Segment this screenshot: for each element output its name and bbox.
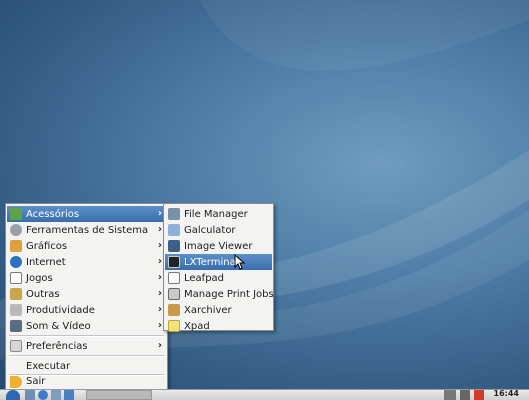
submenu-item-label: Leafpad (184, 272, 225, 284)
menu-item-label: Outras (26, 288, 60, 300)
window-list-area[interactable] (86, 390, 152, 400)
taskbar-clock[interactable]: 16:44 (494, 389, 519, 398)
menu-item-label: Ferramentas de Sistema (26, 224, 149, 236)
accessories-submenu: File Manager Galculator Image Viewer LXT… (163, 203, 274, 334)
menu-item-label: Preferências (26, 340, 88, 352)
menu-separator (9, 355, 164, 357)
menu-item-multimedia[interactable]: Som & Vídeo › (7, 318, 166, 334)
submenu-item-label: Xarchiver (184, 304, 232, 316)
chevron-right-icon: › (157, 240, 162, 251)
submenu-item-xarchiver[interactable]: Xarchiver (165, 302, 272, 318)
menu-item-label: Sair (26, 376, 46, 387)
desktop-switcher-icon[interactable] (64, 390, 74, 400)
chevron-right-icon: › (157, 288, 162, 299)
volume-icon[interactable] (444, 390, 456, 400)
menu-item-system-tools[interactable]: Ferramentas de Sistema › (7, 222, 166, 238)
archive-icon (168, 304, 180, 316)
chevron-right-icon: › (157, 304, 162, 315)
menu-item-graphics[interactable]: Gráficos › (7, 238, 166, 254)
menu-item-logout[interactable]: Sair (7, 374, 166, 389)
other-icon (10, 288, 22, 300)
submenu-item-xpad[interactable]: Xpad (165, 318, 272, 334)
menu-item-run[interactable]: Executar (7, 358, 166, 374)
chevron-right-icon: › (157, 208, 162, 219)
mouse-pointer-icon (234, 254, 246, 270)
update-notifier-icon[interactable] (474, 390, 484, 400)
menu-item-preferences[interactable]: Preferências › (7, 338, 166, 354)
chevron-right-icon: › (157, 224, 162, 235)
start-menu-icon[interactable] (6, 390, 20, 400)
submenu-item-file-manager[interactable]: File Manager (165, 206, 272, 222)
submenu-item-label: Manage Print Jobs (184, 288, 274, 300)
printer-icon (168, 288, 180, 300)
submenu-item-lxterminal[interactable]: LXTerminal (165, 254, 272, 270)
menu-item-label: Jogos (26, 272, 53, 284)
chevron-right-icon: › (157, 340, 162, 351)
network-icon[interactable] (460, 390, 470, 400)
submenu-item-label: Image Viewer (184, 240, 253, 252)
menu-item-label: Produtividade (26, 304, 95, 316)
applications-menu: Acessórios › Ferramentas de Sistema › Gr… (5, 203, 168, 391)
text-editor-icon (168, 272, 180, 284)
image-viewer-icon (168, 240, 180, 252)
logout-icon (10, 375, 22, 388)
submenu-item-label: File Manager (184, 208, 248, 220)
menu-item-label: Internet (26, 256, 66, 268)
office-icon (10, 304, 22, 316)
graphics-icon (10, 240, 22, 252)
preferences-icon (10, 340, 22, 352)
menu-item-accessories[interactable]: Acessórios › (7, 206, 166, 222)
taskbar: 16:44 (0, 389, 529, 400)
file-manager-launcher-icon[interactable] (25, 390, 35, 400)
internet-icon (10, 256, 22, 268)
menu-item-internet[interactable]: Internet › (7, 254, 166, 270)
accessories-icon (10, 208, 22, 220)
submenu-item-image-viewer[interactable]: Image Viewer (165, 238, 272, 254)
menu-item-other[interactable]: Outras › (7, 286, 166, 302)
submenu-item-label: Xpad (184, 320, 210, 332)
submenu-item-print-jobs[interactable]: Manage Print Jobs (165, 286, 274, 302)
submenu-item-label: Galculator (184, 224, 236, 236)
submenu-item-label: LXTerminal (184, 256, 239, 268)
menu-separator (9, 335, 164, 337)
menu-item-label: Executar (26, 360, 71, 372)
file-manager-icon (168, 208, 180, 220)
chevron-right-icon: › (157, 320, 162, 331)
multimedia-icon (10, 320, 22, 332)
games-icon (10, 272, 22, 284)
notes-icon (168, 320, 180, 332)
menu-item-label: Som & Vídeo (26, 320, 91, 332)
submenu-item-galculator[interactable]: Galculator (165, 222, 272, 238)
minimize-all-icon[interactable] (51, 390, 61, 400)
chevron-right-icon: › (157, 272, 162, 283)
chevron-right-icon: › (157, 256, 162, 267)
calculator-icon (168, 224, 180, 236)
system-tools-icon (10, 224, 22, 236)
menu-item-label: Acessórios (26, 208, 80, 220)
menu-item-label: Gráficos (26, 240, 68, 252)
menu-item-games[interactable]: Jogos › (7, 270, 166, 286)
terminal-icon (168, 256, 180, 268)
submenu-item-leafpad[interactable]: Leafpad (165, 270, 272, 286)
menu-item-office[interactable]: Produtividade › (7, 302, 166, 318)
browser-launcher-icon[interactable] (38, 390, 48, 400)
